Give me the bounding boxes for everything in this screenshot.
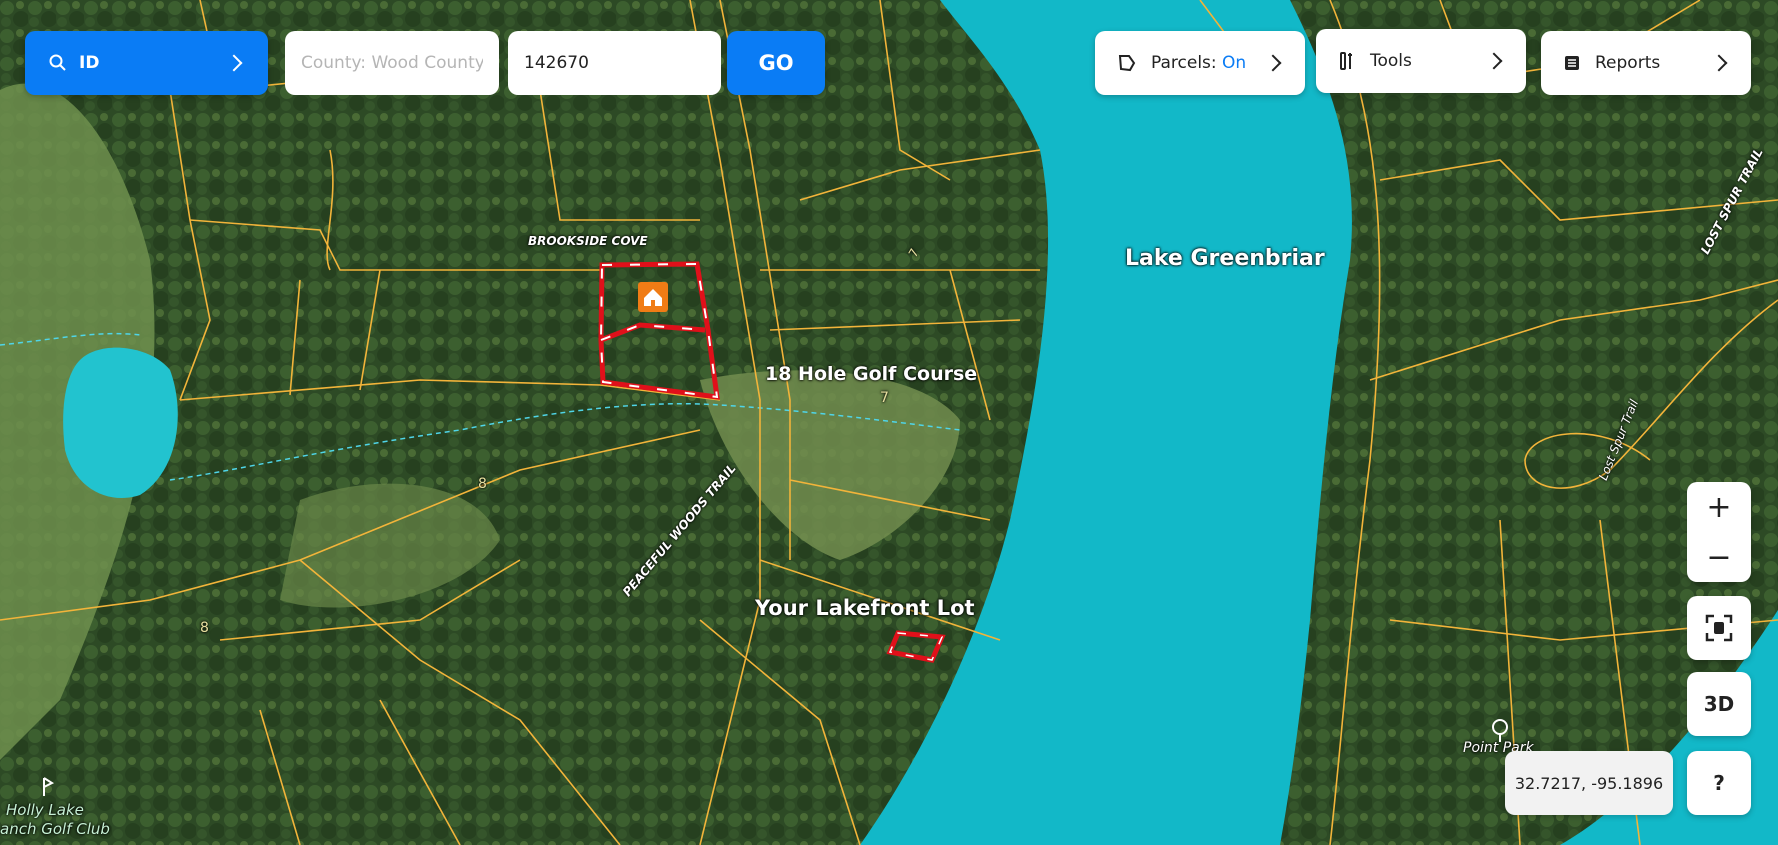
parcel-id-input[interactable] <box>508 31 721 95</box>
reports-icon <box>1565 56 1579 70</box>
chevron-right-icon <box>1264 54 1282 72</box>
zoom-out-button[interactable]: − <box>1687 532 1751 582</box>
focus-frame-icon <box>1705 614 1733 642</box>
hole-number-label: 7 <box>880 390 889 406</box>
fit-bounds-button[interactable] <box>1687 596 1751 660</box>
poi-golf-club-label-2: anch Golf Club <box>0 820 110 838</box>
search-mode-label: ID <box>79 53 100 73</box>
parcels-state: On <box>1222 53 1247 73</box>
reports-label: Reports <box>1595 53 1661 73</box>
home-marker-icon <box>638 282 668 312</box>
poi-golf-club-label-1: Holly Lake <box>6 801 84 819</box>
search-mode-button[interactable]: ID <box>25 31 268 95</box>
go-button[interactable]: GO <box>727 31 825 95</box>
golf-course-label: 18 Hole Golf Course <box>765 363 978 385</box>
tools-icon <box>1340 52 1352 70</box>
coordinates-readout: 32.7217, -95.1896 <box>1505 751 1673 815</box>
search-icon <box>49 54 66 71</box>
chevron-right-icon <box>1485 52 1503 70</box>
chevron-right-icon <box>225 54 243 72</box>
map-canvas[interactable] <box>0 0 1778 845</box>
chevron-right-icon <box>1710 54 1728 72</box>
hole-number-label: 8 <box>478 476 487 492</box>
parcel-shape-icon <box>1118 55 1136 72</box>
reports-button[interactable]: Reports <box>1541 31 1751 95</box>
tools-button[interactable]: Tools <box>1316 29 1526 93</box>
lakefront-lot-label: Your Lakefront Lot <box>755 596 975 620</box>
lake-label: Lake Greenbriar <box>1125 246 1325 271</box>
help-button[interactable]: ? <box>1687 751 1751 815</box>
county-input[interactable] <box>285 31 499 95</box>
parcels-toggle-button[interactable]: Parcels: On <box>1095 31 1305 95</box>
zoom-controls: + − <box>1687 482 1751 582</box>
3d-toggle-button[interactable]: 3D <box>1687 672 1751 736</box>
street-label-brookside: BROOKSIDE COVE <box>528 234 648 248</box>
zoom-in-button[interactable]: + <box>1687 482 1751 532</box>
hole-number-label: 8 <box>200 620 209 636</box>
parcels-label: Parcels: <box>1151 53 1217 73</box>
tools-label: Tools <box>1370 51 1412 71</box>
